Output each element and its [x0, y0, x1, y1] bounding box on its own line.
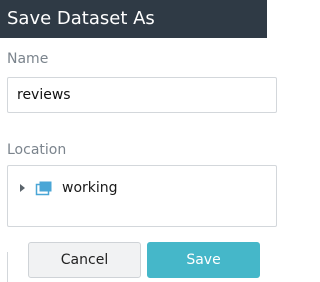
folder-icon: [35, 181, 52, 196]
save-dataset-dialog: Save Dataset As Name Location working Ca…: [0, 0, 277, 282]
name-input[interactable]: [7, 77, 277, 113]
location-tree: working: [7, 165, 277, 227]
tree-item-label: working: [62, 180, 118, 196]
location-label: Location: [7, 142, 67, 158]
expand-caret-icon[interactable]: [20, 184, 25, 192]
cancel-button[interactable]: Cancel: [28, 242, 141, 278]
save-button[interactable]: Save: [147, 242, 260, 278]
name-label: Name: [7, 51, 49, 67]
divider: [7, 252, 8, 282]
tree-item-working[interactable]: working: [20, 177, 118, 199]
dialog-title: Save Dataset As: [0, 0, 267, 38]
